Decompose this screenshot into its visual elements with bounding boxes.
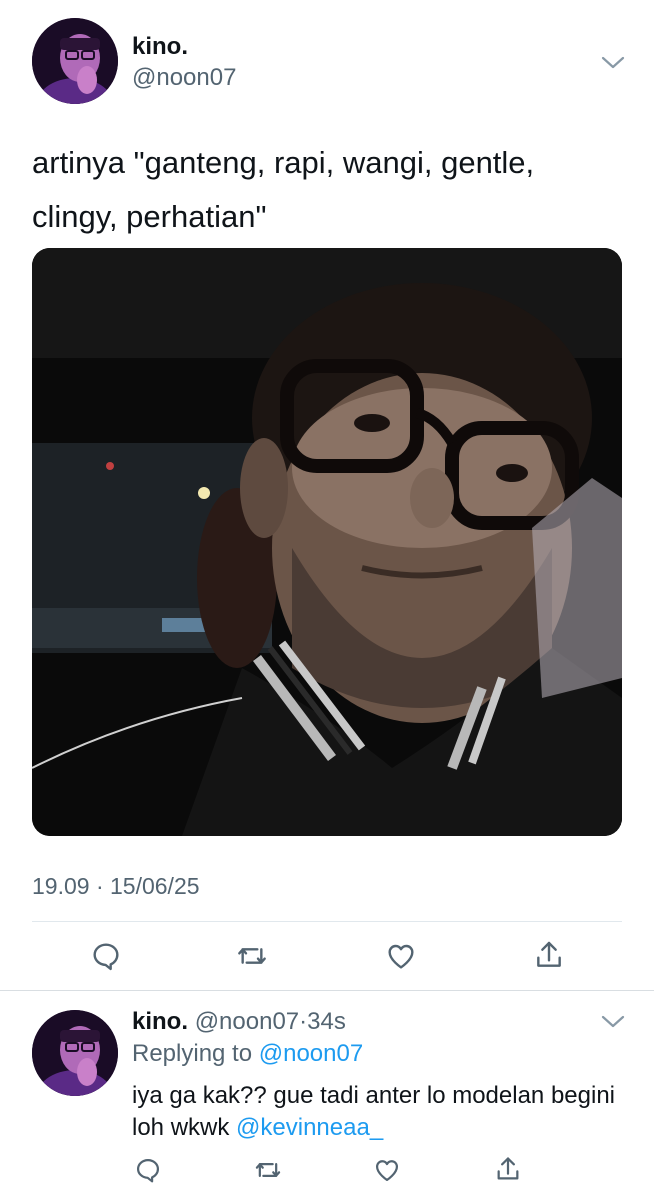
reply-author-name[interactable]: kino. xyxy=(132,1008,188,1035)
tweet-text: artinya "ganteng, rapi, wangi, gentle, c… xyxy=(32,145,535,234)
author-handle[interactable]: @noon07 xyxy=(132,64,236,92)
retweet-icon[interactable] xyxy=(254,1156,282,1184)
share-icon[interactable] xyxy=(494,1155,522,1183)
divider xyxy=(32,921,622,922)
replying-to-label: Replying to xyxy=(132,1040,253,1067)
retweet-icon[interactable] xyxy=(236,940,268,972)
reply-text: iya ga kak?? gue tadi anter lo modelan b… xyxy=(132,1080,632,1144)
reply-header: kino. @noon07·34s xyxy=(132,1008,346,1036)
tweet-timestamp[interactable]: 19.09 · 15/06/25 xyxy=(32,873,200,900)
reply-author-avatar[interactable] xyxy=(32,1010,118,1096)
replying-to-mention[interactable]: @noon07 xyxy=(259,1040,363,1067)
like-icon[interactable] xyxy=(385,940,417,972)
more-chevron-icon[interactable] xyxy=(600,55,626,71)
author-name[interactable]: kino. xyxy=(132,33,188,61)
divider xyxy=(0,990,654,991)
reply-icon[interactable] xyxy=(134,1156,162,1184)
avatar-photo xyxy=(32,1010,118,1096)
more-chevron-icon[interactable] xyxy=(600,1014,626,1030)
reply-icon[interactable] xyxy=(90,940,122,972)
reply-mention[interactable]: @kevinneaa_ xyxy=(236,1114,383,1141)
reply-author-handle[interactable]: @noon07 xyxy=(195,1008,299,1035)
share-icon[interactable] xyxy=(533,939,565,971)
separator-dot: · xyxy=(299,1008,308,1035)
reply-time[interactable]: 34s xyxy=(307,1008,346,1035)
avatar-photo xyxy=(32,18,118,104)
replying-to-line: Replying to @noon07 xyxy=(132,1040,363,1068)
tweet-photo[interactable] xyxy=(32,248,622,836)
like-icon[interactable] xyxy=(373,1156,401,1184)
author-avatar[interactable] xyxy=(32,18,118,104)
